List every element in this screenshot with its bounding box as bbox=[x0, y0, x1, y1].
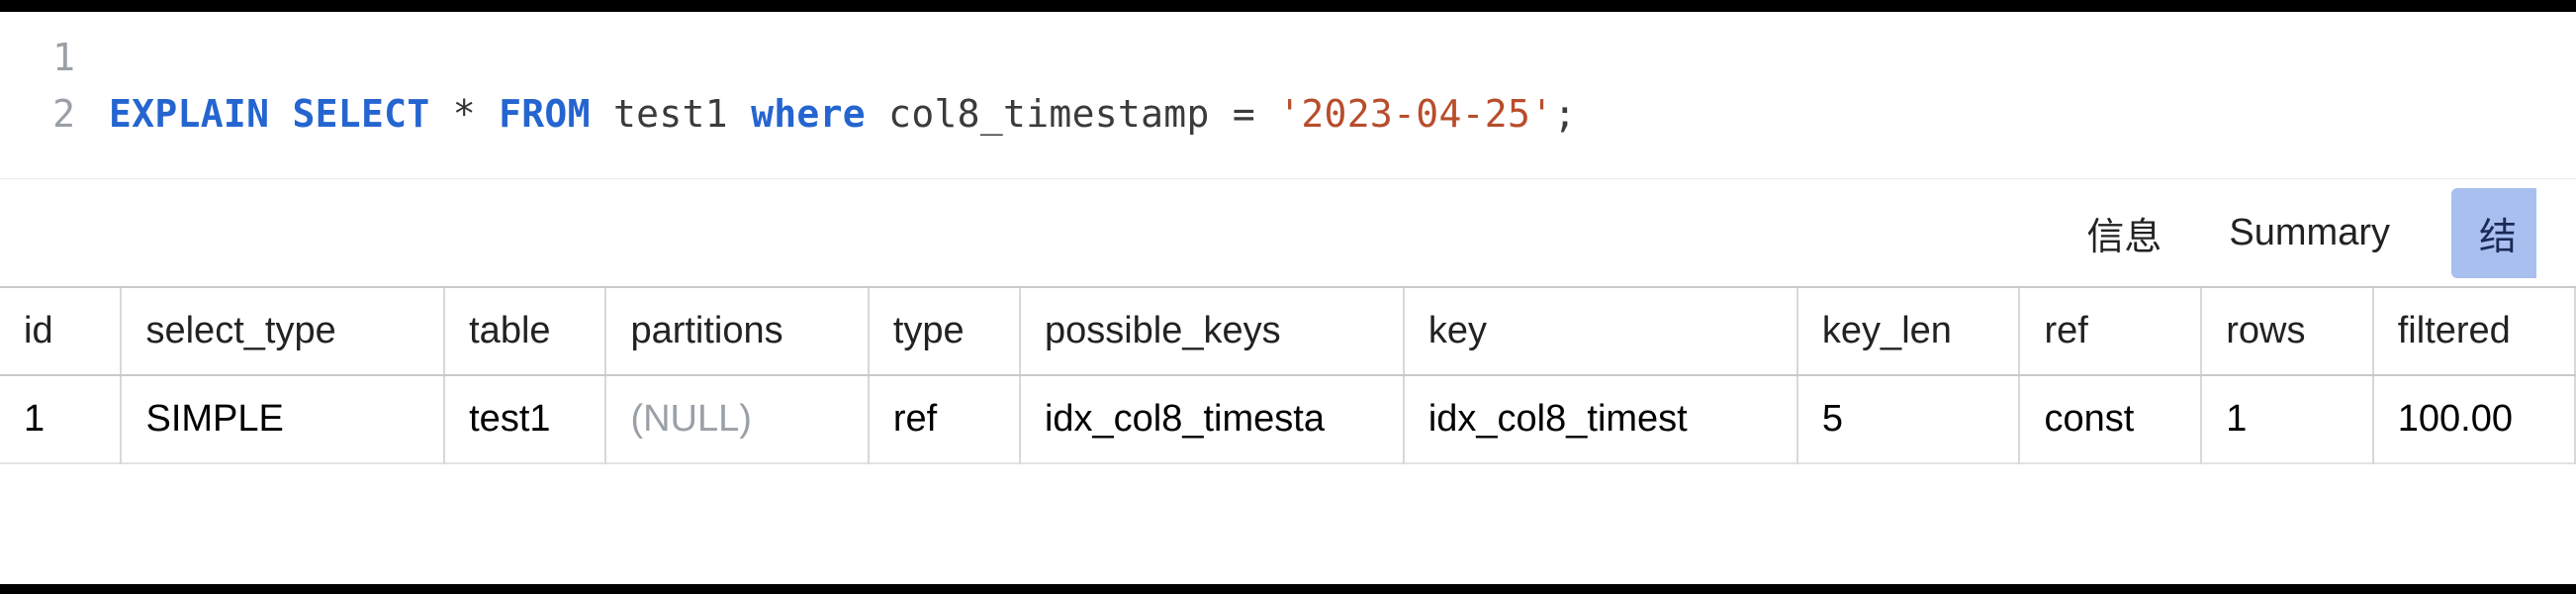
sql-editor[interactable]: 1 2 EXPLAIN SELECT * FROM test1 where co… bbox=[0, 12, 2576, 178]
col-header-rows[interactable]: rows bbox=[2201, 288, 2373, 375]
cell-key-len: 5 bbox=[1797, 375, 2020, 463]
token-punct: ; bbox=[1553, 92, 1576, 136]
tab-info[interactable]: 信息 bbox=[2080, 196, 2167, 270]
code-line: 2 EXPLAIN SELECT * FROM test1 where col8… bbox=[0, 86, 2576, 143]
col-header-key[interactable]: key bbox=[1404, 288, 1797, 375]
token-kw: EXPLAIN bbox=[109, 92, 269, 136]
cell-partitions: (NULL) bbox=[605, 375, 868, 463]
token-punct: = bbox=[1233, 92, 1255, 136]
col-header-partitions[interactable]: partitions bbox=[605, 288, 868, 375]
tab-summary[interactable]: Summary bbox=[2223, 202, 2396, 264]
line-number: 2 bbox=[0, 86, 109, 143]
result-tabs: 信息 Summary 结 bbox=[0, 179, 2576, 288]
token-star: * bbox=[453, 92, 476, 136]
cell-key: idx_col8_timest bbox=[1404, 375, 1797, 463]
token-ident: col8_timestamp bbox=[888, 92, 1210, 136]
token-ident: test1 bbox=[613, 92, 728, 136]
cell-filtered: 100.00 bbox=[2373, 375, 2575, 463]
window-bottom-border bbox=[0, 584, 2576, 594]
explain-result-table: id select_type table partitions type pos… bbox=[0, 288, 2576, 464]
token-str: '2023-04-25' bbox=[1278, 92, 1553, 136]
table-header-row: id select_type table partitions type pos… bbox=[0, 288, 2575, 375]
token-kw: SELECT bbox=[292, 92, 429, 136]
cell-possible-keys: idx_col8_timesta bbox=[1020, 375, 1404, 463]
token-kw: FROM bbox=[499, 92, 591, 136]
col-header-ref[interactable]: ref bbox=[2019, 288, 2201, 375]
window-top-border bbox=[0, 0, 2576, 12]
line-number: 1 bbox=[0, 30, 109, 86]
col-header-select-type[interactable]: select_type bbox=[121, 288, 444, 375]
result-table-wrap[interactable]: id select_type table partitions type pos… bbox=[0, 288, 2576, 464]
code-line: 1 bbox=[0, 30, 2576, 86]
tab-result[interactable]: 结 bbox=[2451, 188, 2536, 278]
col-header-id[interactable]: id bbox=[0, 288, 121, 375]
table-row[interactable]: 1 SIMPLE test1 (NULL) ref idx_col8_times… bbox=[0, 375, 2575, 463]
cell-table: test1 bbox=[444, 375, 605, 463]
cell-rows: 1 bbox=[2201, 375, 2373, 463]
col-header-key-len[interactable]: key_len bbox=[1797, 288, 2020, 375]
cell-type: ref bbox=[869, 375, 1020, 463]
cell-select-type: SIMPLE bbox=[121, 375, 444, 463]
col-header-table[interactable]: table bbox=[444, 288, 605, 375]
token-kw2: where bbox=[751, 92, 866, 136]
col-header-filtered[interactable]: filtered bbox=[2373, 288, 2575, 375]
code-content[interactable]: EXPLAIN SELECT * FROM test1 where col8_t… bbox=[109, 86, 1577, 143]
col-header-possible-keys[interactable]: possible_keys bbox=[1020, 288, 1404, 375]
col-header-type[interactable]: type bbox=[869, 288, 1020, 375]
cell-id: 1 bbox=[0, 375, 121, 463]
cell-ref: const bbox=[2019, 375, 2201, 463]
